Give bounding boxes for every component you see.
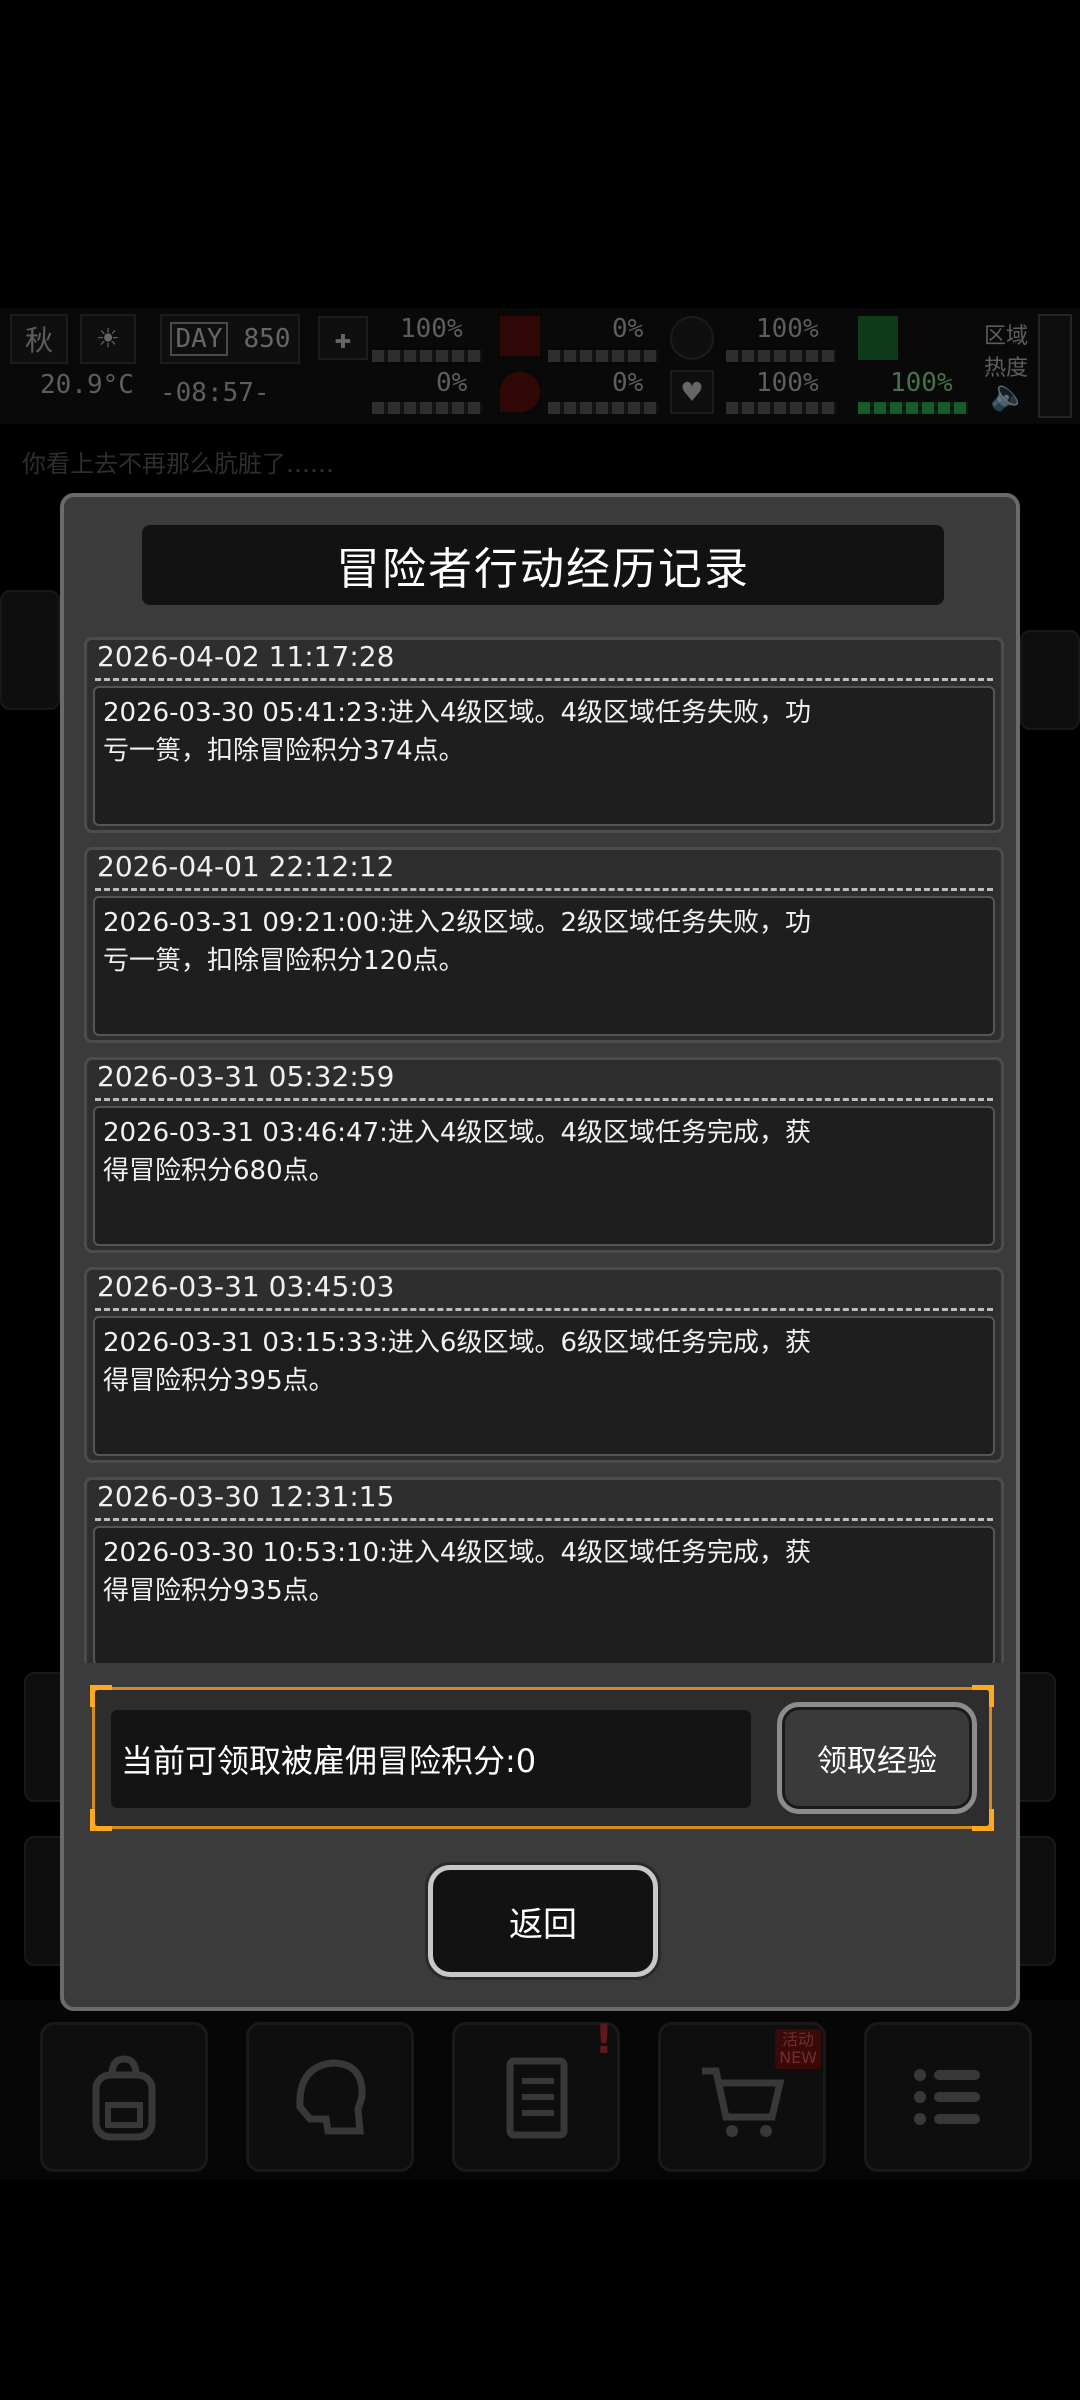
claim-experience-button[interactable]: 领取经验	[777, 1702, 977, 1814]
record-text: 2026-03-31 09:21:00:进入2级区域。2级区域任务失败，功 亏一…	[93, 896, 995, 1036]
claimable-points-text: 当前可领取被雇佣冒险积分:0	[111, 1710, 751, 1808]
corner-decoration	[972, 1685, 994, 1707]
record-list[interactable]: 2026-04-02 11:17:28 2026-03-30 05:41:23:…	[84, 637, 1004, 1663]
adventure-history-dialog: 冒险者行动经历记录 2026-04-02 11:17:28 2026-03-30…	[60, 493, 1020, 2011]
record-item: 2026-04-01 22:12:12 2026-03-31 09:21:00:…	[84, 847, 1004, 1043]
back-button[interactable]: 返回	[428, 1865, 658, 1977]
record-divider	[95, 1308, 993, 1311]
dialog-title: 冒险者行动经历记录	[142, 525, 944, 605]
corner-decoration	[90, 1809, 112, 1831]
record-divider	[95, 678, 993, 681]
record-item: 2026-03-31 05:32:59 2026-03-31 03:46:47:…	[84, 1057, 1004, 1253]
record-timestamp: 2026-03-30 12:31:15	[97, 1480, 395, 1513]
record-text: 2026-03-30 10:53:10:进入4级区域。4级区域任务完成，获 得冒…	[93, 1526, 995, 1663]
record-divider	[95, 888, 993, 891]
record-item: 2026-04-02 11:17:28 2026-03-30 05:41:23:…	[84, 637, 1004, 833]
corner-decoration	[90, 1685, 112, 1707]
claim-panel: 当前可领取被雇佣冒险积分:0 领取经验	[90, 1685, 994, 1831]
record-divider	[95, 1098, 993, 1101]
record-text: 2026-03-31 03:15:33:进入6级区域。6级区域任务完成，获 得冒…	[93, 1316, 995, 1456]
record-item: 2026-03-30 12:31:15 2026-03-30 10:53:10:…	[84, 1477, 1004, 1663]
record-timestamp: 2026-03-31 05:32:59	[97, 1060, 395, 1093]
record-timestamp: 2026-04-02 11:17:28	[97, 640, 395, 673]
record-text: 2026-03-31 03:46:47:进入4级区域。4级区域任务完成，获 得冒…	[93, 1106, 995, 1246]
record-text: 2026-03-30 05:41:23:进入4级区域。4级区域任务失败，功 亏一…	[93, 686, 995, 826]
record-divider	[95, 1518, 993, 1521]
record-timestamp: 2026-04-01 22:12:12	[97, 850, 395, 883]
record-timestamp: 2026-03-31 03:45:03	[97, 1270, 395, 1303]
record-item: 2026-03-31 03:45:03 2026-03-31 03:15:33:…	[84, 1267, 1004, 1463]
corner-decoration	[972, 1809, 994, 1831]
